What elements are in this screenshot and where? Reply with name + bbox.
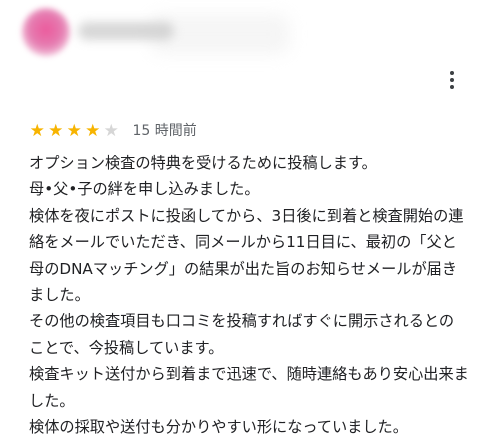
more-options-button[interactable] (438, 66, 466, 94)
more-vert-icon (450, 71, 454, 75)
star-filled-icon: ★ (48, 121, 64, 141)
star-filled-icon: ★ (29, 121, 45, 141)
reviewer-name-blurred[interactable] (78, 22, 174, 40)
star-empty-icon: ★ (103, 121, 119, 141)
rating-row: ★ ★ ★ ★ ★ 15 時間前 (28, 120, 197, 142)
more-vert-icon-dot (450, 85, 454, 89)
reviewer-avatar[interactable] (22, 8, 70, 56)
review-time: 15 時間前 (132, 123, 197, 139)
star-filled-icon: ★ (66, 121, 82, 141)
review-text: オプション検査の特典を受けるために投稿します。 母•父•子の絆を申し込みました。… (29, 154, 469, 437)
star-filled-icon: ★ (85, 121, 101, 141)
more-vert-icon-dot (450, 78, 454, 82)
star-rating: ★ ★ ★ ★ ★ (28, 120, 121, 142)
